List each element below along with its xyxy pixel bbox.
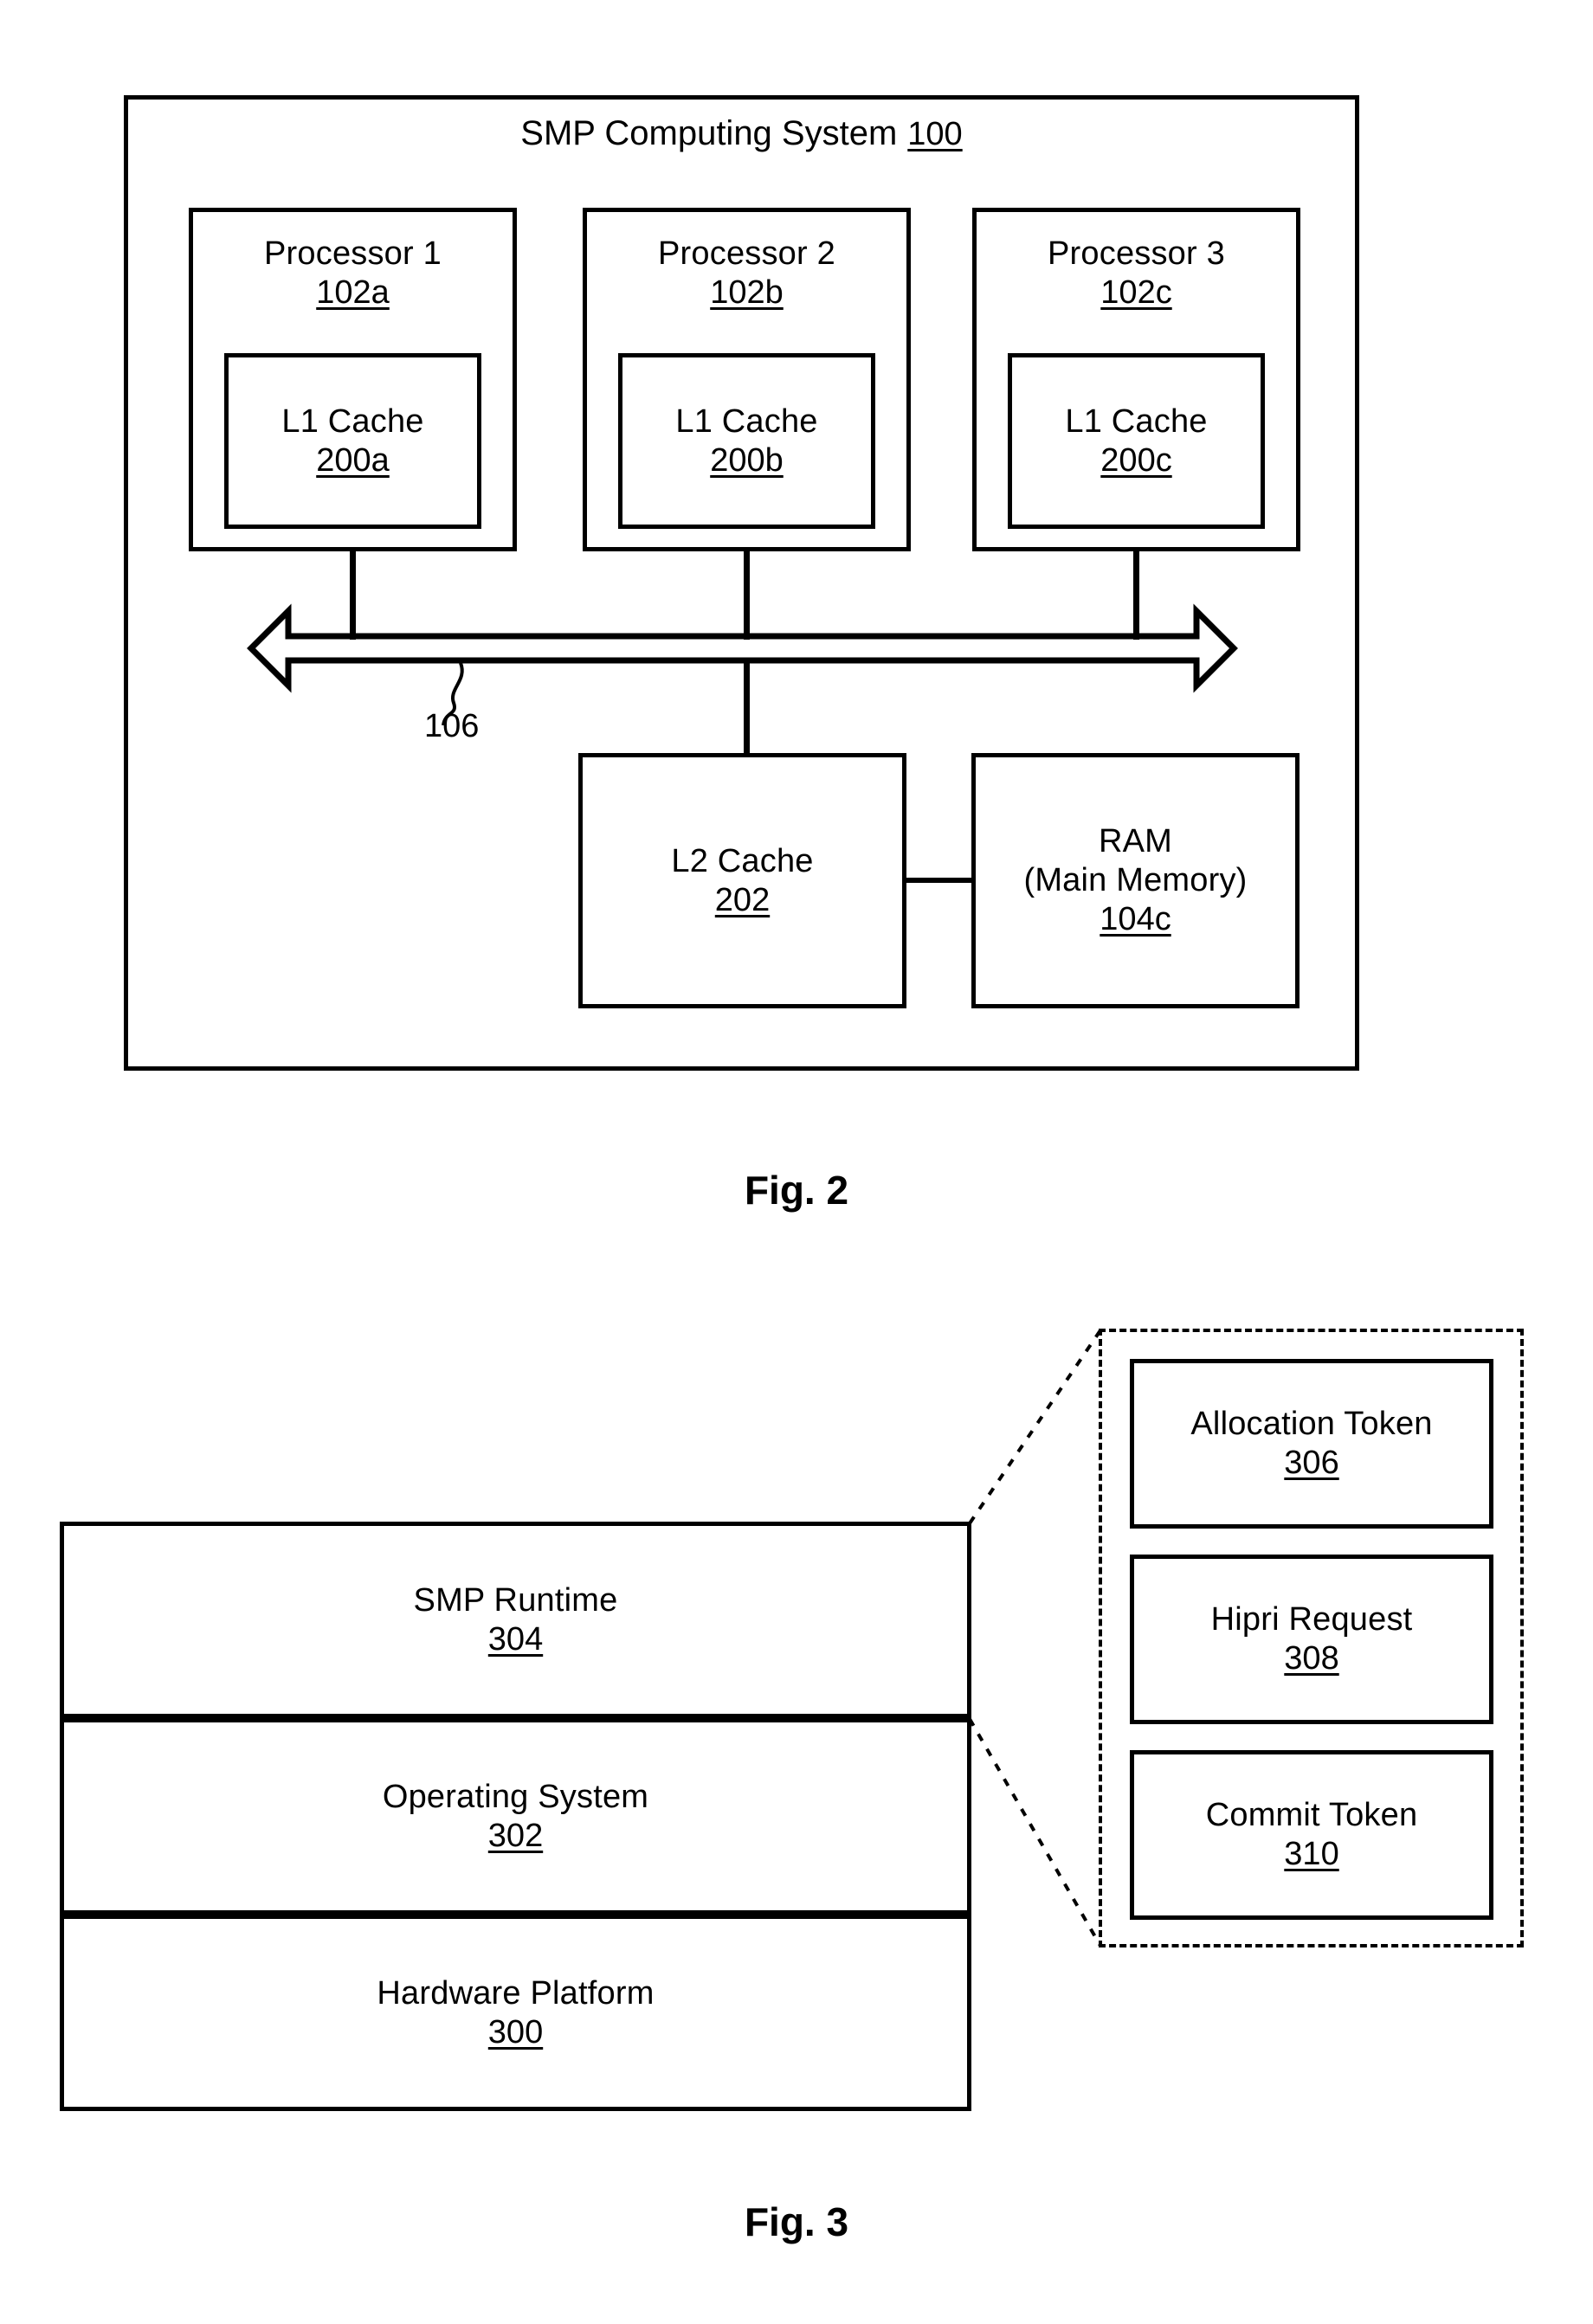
ram-ref: 104c bbox=[1100, 900, 1171, 937]
figure-3-caption: Fig. 3 bbox=[744, 2199, 849, 2244]
processor-3-label: Processor 3 bbox=[1048, 235, 1225, 272]
processor-3-ref: 102c bbox=[1100, 274, 1172, 311]
allocation-token-ref: 306 bbox=[1284, 1445, 1339, 1481]
ram-main-memory-box: RAM (Main Memory) 104c bbox=[971, 753, 1300, 1008]
figure-2-caption: Fig. 2 bbox=[744, 1168, 849, 1213]
l1-cache-200a-box: L1 Cache 200a bbox=[224, 353, 481, 529]
l1-cache-200c-ref: 200c bbox=[1100, 441, 1172, 479]
l1-cache-200b-label: L1 Cache bbox=[675, 402, 818, 440]
bus-ref-label: 106 bbox=[424, 708, 480, 744]
l2-cache-ram-connector bbox=[906, 878, 974, 883]
l2-cache-label: L2 Cache bbox=[671, 842, 814, 879]
commit-token-box: Commit Token 310 bbox=[1130, 1750, 1493, 1920]
l2-cache-box: L2 Cache 202 bbox=[578, 753, 906, 1008]
smp-system-ref: 100 bbox=[907, 116, 963, 152]
bus-l2-cache-connector bbox=[744, 660, 750, 756]
commit-token-ref: 310 bbox=[1284, 1836, 1339, 1872]
processor-1-bus-connector bbox=[350, 551, 356, 640]
patent-figure-sheet: SMP Computing System 100 Processor 1 102… bbox=[0, 0, 1593, 2324]
processor-2-label: Processor 2 bbox=[658, 235, 835, 272]
smp-system-title: SMP Computing System 100 bbox=[124, 114, 1359, 154]
hardware-platform-label: Hardware Platform bbox=[377, 1974, 655, 2012]
l1-cache-200b-box: L1 Cache 200b bbox=[618, 353, 875, 529]
ram-label-line2: (Main Memory) bbox=[1023, 862, 1248, 899]
smp-runtime-ref: 304 bbox=[487, 1620, 544, 1658]
smp-system-title-text: SMP Computing System bbox=[520, 114, 898, 152]
operating-system-label: Operating System bbox=[382, 1778, 649, 1815]
ram-label-line1: RAM bbox=[1098, 823, 1173, 860]
allocation-token-box: Allocation Token 306 bbox=[1130, 1359, 1493, 1529]
l1-cache-200c-box: L1 Cache 200c bbox=[1008, 353, 1265, 529]
processor-2-bus-connector bbox=[744, 551, 750, 640]
processor-3-bus-connector bbox=[1133, 551, 1139, 640]
hardware-platform-row: Hardware Platform 300 bbox=[60, 1915, 971, 2111]
hipri-request-label: Hipri Request bbox=[1210, 1601, 1413, 1638]
l1-cache-200a-ref: 200a bbox=[316, 441, 390, 479]
processor-2-ref: 102b bbox=[710, 274, 784, 311]
processor-1-label: Processor 1 bbox=[264, 235, 442, 272]
smp-runtime-row: SMP Runtime 304 bbox=[60, 1522, 971, 1718]
l1-cache-200b-ref: 200b bbox=[710, 441, 784, 479]
allocation-token-label: Allocation Token bbox=[1190, 1406, 1433, 1443]
processor-1-ref: 102a bbox=[316, 274, 390, 311]
l2-cache-ref: 202 bbox=[714, 881, 771, 918]
operating-system-row: Operating System 302 bbox=[60, 1718, 971, 1915]
commit-token-label: Commit Token bbox=[1205, 1797, 1418, 1834]
smp-runtime-label: SMP Runtime bbox=[413, 1581, 618, 1619]
callout-leader-lines bbox=[968, 1329, 1102, 1947]
l1-cache-200c-label: L1 Cache bbox=[1065, 402, 1208, 440]
hipri-request-box: Hipri Request 308 bbox=[1130, 1555, 1493, 1724]
operating-system-ref: 302 bbox=[487, 1817, 544, 1854]
hipri-request-ref: 308 bbox=[1284, 1640, 1339, 1677]
l1-cache-200a-label: L1 Cache bbox=[281, 402, 424, 440]
hardware-platform-ref: 300 bbox=[487, 2013, 544, 2050]
